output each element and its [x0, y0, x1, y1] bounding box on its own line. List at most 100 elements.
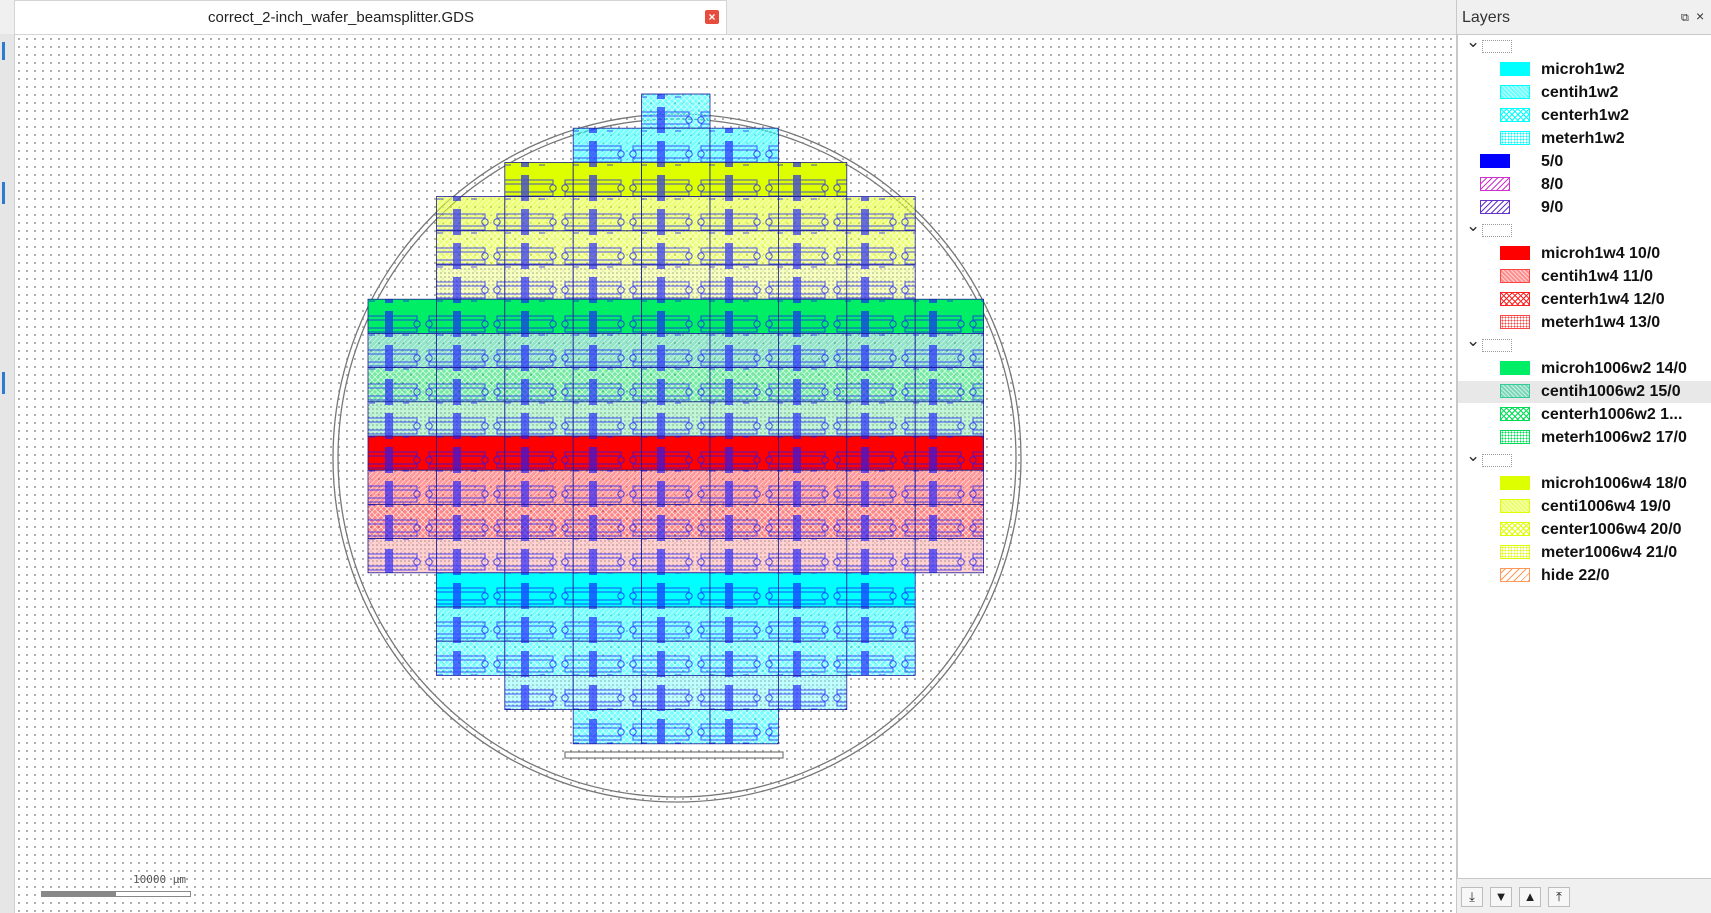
layer-swatch [1500, 246, 1530, 260]
layer-swatch [1480, 177, 1510, 191]
move-to-bottom-button[interactable]: ⤓ [1461, 887, 1483, 907]
die-cell [572, 640, 643, 676]
die-cell [846, 469, 916, 505]
die-cell [709, 196, 779, 232]
layer-row[interactable]: 5/0 [1458, 151, 1711, 173]
move-down-button[interactable]: ▼ [1490, 887, 1512, 907]
chevron-down-icon[interactable]: ⌄ [1466, 35, 1480, 52]
die-cell [572, 538, 643, 574]
layer-row[interactable]: microh1006w4 18/0 [1458, 473, 1711, 495]
die-cell [778, 332, 848, 368]
die-cell [709, 469, 779, 505]
die-cell [572, 606, 643, 642]
layer-row[interactable]: centi1006w4 19/0 [1458, 496, 1711, 518]
die-cell [778, 162, 848, 198]
die-cell [572, 435, 643, 471]
die-cell [572, 230, 643, 266]
layer-row[interactable]: meterh1006w2 17/0 [1458, 427, 1711, 449]
layers-list[interactable]: ⌄ microh1w2 centih1w2 centerh1w2 meterh1… [1457, 34, 1711, 879]
layer-row[interactable]: microh1w2 [1458, 59, 1711, 81]
layer-row[interactable]: centih1006w2 15/0 [1458, 381, 1711, 403]
move-to-top-button[interactable]: ⤒ [1548, 887, 1570, 907]
move-up-button[interactable]: ▲ [1519, 887, 1541, 907]
die-cell [572, 162, 643, 198]
close-icon[interactable]: × [1696, 8, 1704, 24]
layer-row[interactable]: microh1w4 10/0 [1458, 243, 1711, 265]
layer-name: centi1006w4 19/0 [1541, 498, 1671, 515]
layer-row[interactable]: centerh1w4 12/0 [1458, 289, 1711, 311]
chevron-down-icon[interactable]: ⌄ [1466, 216, 1480, 236]
die-cell [641, 196, 711, 232]
dock-marker [2, 372, 5, 394]
undock-icon[interactable]: ⧉ [1681, 12, 1692, 24]
die-cell [504, 162, 574, 198]
document-tab[interactable]: correct_2-inch_wafer_beamsplitter.GDS × [14, 0, 727, 34]
die-cell [914, 401, 985, 437]
die-cell [709, 709, 779, 745]
die-cell [504, 503, 574, 539]
layer-row[interactable]: meterh1w2 [1458, 128, 1711, 150]
layer-swatch [1500, 499, 1530, 513]
die-cell [435, 367, 506, 403]
die-cell [846, 503, 916, 539]
die-cell [778, 469, 848, 505]
die-cell [709, 264, 779, 300]
chevron-down-icon[interactable]: ⌄ [1466, 446, 1480, 466]
die-cell [572, 367, 643, 403]
die-cell [367, 435, 437, 471]
die-cell [846, 606, 916, 642]
layer-name: centih1w2 [1541, 84, 1619, 101]
die-cell [435, 503, 506, 539]
chevron-down-icon[interactable]: ⌄ [1466, 331, 1480, 351]
layers-panel: Layers ⧉ × ⌄ microh1w2 centih1w2 centerh… [1456, 0, 1711, 913]
die-cell [846, 401, 916, 437]
die-cell [641, 401, 711, 437]
layer-row[interactable]: 9/0 [1458, 197, 1711, 219]
die-cell [846, 264, 916, 300]
die-cell [367, 367, 437, 403]
die-cell [778, 675, 848, 711]
die-cell [435, 298, 506, 334]
layer-group-row[interactable]: ⌄ [1458, 446, 1711, 472]
layer-row[interactable]: centerh1w2 [1458, 105, 1711, 127]
group-swatch [1482, 224, 1512, 237]
die-cell [367, 503, 437, 539]
layer-row[interactable]: microh1006w2 14/0 [1458, 358, 1711, 380]
layer-row[interactable]: 8/0 [1458, 174, 1711, 196]
layer-name: microh1w2 [1541, 61, 1625, 78]
die-cell [572, 127, 643, 163]
document-tab-title: correct_2-inch_wafer_beamsplitter.GDS [208, 9, 474, 26]
die-cell [504, 196, 574, 232]
layout-canvas[interactable]: 10000 µm [15, 35, 1456, 913]
layer-group-row[interactable]: ⌄ [1458, 216, 1711, 242]
layer-swatch [1480, 154, 1510, 168]
layer-row[interactable]: meter1006w4 21/0 [1458, 542, 1711, 564]
layer-row[interactable]: hide 22/0 [1458, 565, 1711, 587]
die-cell [641, 469, 711, 505]
die-cell [778, 264, 848, 300]
die-cell [778, 640, 848, 676]
die-cell [572, 401, 643, 437]
die-cell [572, 469, 643, 505]
layer-row[interactable]: centih1w4 11/0 [1458, 266, 1711, 288]
group-swatch [1482, 339, 1512, 352]
die-cell [846, 538, 916, 574]
layer-group-row[interactable]: ⌄ [1458, 35, 1711, 58]
layer-row[interactable]: meterh1w4 13/0 [1458, 312, 1711, 334]
close-icon[interactable]: × [705, 10, 719, 24]
layer-name: meterh1w4 13/0 [1541, 314, 1661, 331]
layers-panel-title: Layers [1462, 9, 1511, 26]
die-cell [435, 640, 506, 676]
wafer-drawing [332, 93, 1022, 803]
die-cell [641, 332, 711, 368]
layer-name: centerh1w2 [1541, 107, 1630, 124]
arrow-up-icon: ▲ [1523, 889, 1537, 904]
layer-row[interactable]: centih1w2 [1458, 82, 1711, 104]
die-cell [572, 264, 643, 300]
die-cell [641, 538, 711, 574]
die-cell [435, 196, 506, 232]
layer-row[interactable]: centerh1006w2 1... [1458, 404, 1711, 426]
layer-group-row[interactable]: ⌄ [1458, 331, 1711, 357]
layers-footer: ⤓ ▼ ▲ ⤒ [1457, 879, 1711, 913]
layer-row[interactable]: center1006w4 20/0 [1458, 519, 1711, 541]
